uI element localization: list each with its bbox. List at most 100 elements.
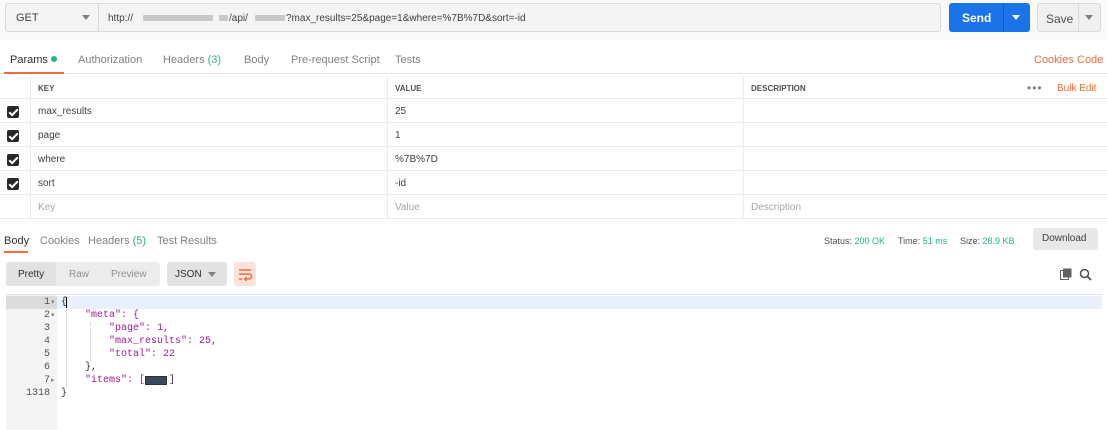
download-label: Download	[1042, 233, 1087, 244]
header-description-label: DESCRIPTION	[751, 84, 806, 93]
new-value-placeholder: Value	[395, 202, 420, 213]
code-line: "page": 1,	[109, 323, 170, 334]
param-checkbox[interactable]	[7, 154, 19, 166]
param-key-cell[interactable]: where	[30, 147, 387, 170]
download-button[interactable]: Download	[1033, 228, 1098, 250]
view-mode-raw[interactable]: Raw	[56, 262, 100, 286]
line-number: 7	[43, 375, 50, 386]
param-checkbox[interactable]	[7, 106, 19, 118]
tab-pre-request-script[interactable]: Pre-request Script	[291, 54, 380, 66]
param-key-cell[interactable]: sort	[30, 171, 387, 194]
param-key: max_results	[38, 106, 92, 117]
time-value: 51 ms	[922, 236, 948, 246]
save-button[interactable]: Save	[1037, 3, 1101, 32]
method-select[interactable]: GET	[5, 3, 99, 32]
param-key: where	[38, 154, 66, 165]
tab-authorization[interactable]: Authorization	[78, 54, 142, 66]
param-checkbox[interactable]	[7, 178, 19, 190]
size-label: Size:	[960, 236, 981, 246]
row-check-cell	[0, 147, 30, 170]
indent-guide	[66, 309, 67, 387]
tab-tests[interactable]: Tests	[395, 54, 421, 66]
fold-arrow-icon[interactable]: ▸	[51, 376, 55, 384]
line-number: 2	[43, 310, 50, 321]
param-description-cell[interactable]	[743, 123, 1107, 146]
url-suffix: ?max_results=25&page=1&where=%7B%7D&sort…	[286, 13, 526, 24]
size-value: 28.9 KB	[982, 236, 1015, 246]
line-number: 1318	[25, 388, 50, 399]
redacted-block	[219, 15, 228, 21]
save-divider	[1078, 4, 1079, 31]
url-input[interactable]: http:// /api/ ?max_results=25&page=1&whe…	[98, 3, 941, 32]
param-description-cell[interactable]	[743, 99, 1107, 122]
tab-body[interactable]: Body	[244, 54, 269, 66]
tab-response-body[interactable]: Body	[4, 235, 29, 247]
view-mode-pretty-label: Pretty	[18, 269, 45, 280]
tab-headers[interactable]: Headers (3)	[163, 54, 221, 66]
chevron-down-icon	[208, 272, 216, 277]
indent-guide	[90, 322, 91, 361]
table-row: where %7B%7D	[0, 147, 1107, 171]
param-checkbox[interactable]	[7, 130, 19, 142]
collapsed-items-placeholder[interactable]	[145, 376, 167, 385]
wrap-lines-button[interactable]	[234, 262, 256, 286]
param-key-cell[interactable]: page	[30, 123, 387, 146]
chevron-down-icon	[82, 15, 90, 20]
row-check-cell	[0, 123, 30, 146]
tab-headers-count: (3)	[207, 54, 222, 66]
new-description-placeholder: Description	[751, 202, 802, 213]
view-mode-pretty[interactable]: Pretty	[6, 262, 56, 286]
copy-icon[interactable]	[1060, 268, 1072, 280]
tab-response-headers-label: Headers	[88, 235, 130, 247]
save-options-chevron-icon[interactable]	[1085, 15, 1093, 20]
code-line: },	[85, 362, 98, 373]
new-param-row: Key Value Description	[0, 195, 1107, 219]
param-description-cell[interactable]	[743, 147, 1107, 170]
line-number: 5	[43, 349, 50, 360]
cookies-link[interactable]: Cookies	[1034, 54, 1074, 66]
response-body-editor[interactable]: 1 ▾ 2 ▾ 3 4 5 6 7 ▸ 1318 { "meta": { "pa…	[6, 294, 1102, 430]
tab-response-headers[interactable]: Headers (5)	[88, 235, 146, 247]
param-description-cell[interactable]	[743, 171, 1107, 194]
url-prefix: http://	[108, 13, 134, 24]
code-line-close-bracket: ]	[169, 375, 176, 386]
text-cursor	[66, 297, 67, 308]
param-value-cell[interactable]: 25	[387, 99, 743, 122]
save-label: Save	[1046, 12, 1074, 26]
tab-test-results[interactable]: Test Results	[157, 235, 217, 247]
table-row: sort -id	[0, 171, 1107, 195]
more-options-icon[interactable]: •••	[1027, 81, 1043, 95]
send-options-chevron-icon[interactable]	[1012, 15, 1020, 20]
format-select[interactable]: JSON	[167, 262, 227, 286]
status-info: Status: 200 OK	[824, 236, 885, 246]
tab-params[interactable]: Params	[10, 54, 57, 66]
param-value-cell[interactable]: 1	[387, 123, 743, 146]
new-value-field[interactable]: Value	[387, 195, 743, 218]
method-value: GET	[16, 12, 39, 24]
code-line: "max_results": 25,	[109, 336, 218, 347]
param-value-cell[interactable]: -id	[387, 171, 743, 194]
code-line: "total": 22	[109, 349, 176, 360]
param-value-cell[interactable]: %7B%7D	[387, 147, 743, 170]
line-number: 3	[43, 323, 50, 334]
new-description-field[interactable]: Description	[743, 195, 1107, 218]
search-icon[interactable]	[1079, 268, 1092, 281]
send-button[interactable]: Send	[949, 3, 1030, 32]
tab-params-label: Params	[10, 54, 48, 66]
bulk-edit-link[interactable]: Bulk Edit	[1057, 83, 1096, 94]
param-key-cell[interactable]: max_results	[30, 99, 387, 122]
tab-response-cookies[interactable]: Cookies	[40, 235, 80, 247]
new-key-field[interactable]: Key	[30, 195, 387, 218]
tab-headers-label: Headers	[163, 54, 205, 66]
active-response-tab-indicator	[4, 251, 28, 253]
fold-arrow-icon[interactable]: ▾	[51, 311, 55, 319]
header-check-cell	[0, 76, 30, 98]
code-link[interactable]: Code	[1077, 54, 1103, 66]
view-mode-preview[interactable]: Preview	[100, 262, 160, 286]
redacted-block	[255, 15, 285, 21]
fold-arrow-icon[interactable]: ▾	[51, 298, 55, 306]
url-middle: /api/	[229, 13, 248, 24]
view-mode-raw-label: Raw	[69, 269, 90, 280]
param-value: %7B%7D	[395, 154, 438, 165]
request-tabs: Params Authorization Headers (3) Body Pr…	[0, 48, 1107, 74]
